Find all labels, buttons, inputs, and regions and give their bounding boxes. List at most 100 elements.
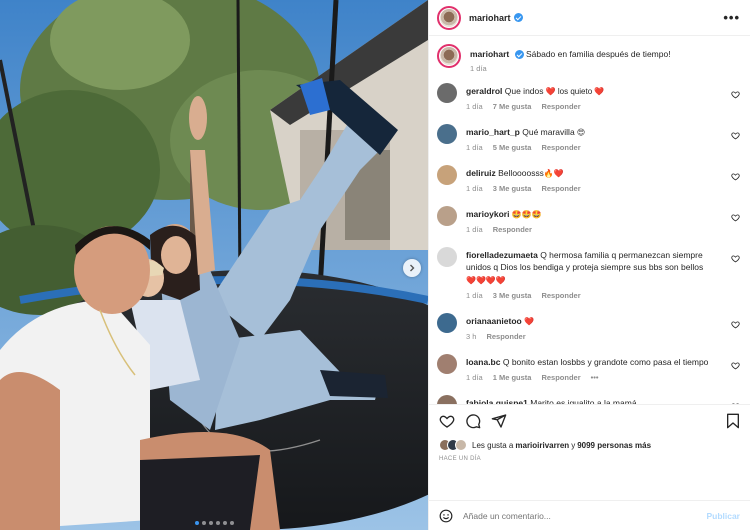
comment-like-heart-icon[interactable] <box>731 172 740 181</box>
comment-likes[interactable]: 1 Me gusta <box>493 373 532 382</box>
more-options-button[interactable]: ••• <box>723 10 740 25</box>
post-panel: mariohart ••• mariohart Sábado en famili… <box>428 0 750 530</box>
action-bar: Les gusta a marioirivarren y 9099 person… <box>429 404 750 500</box>
likes-others[interactable]: 9099 personas más <box>577 441 651 450</box>
comment-more-button[interactable]: ••• <box>591 373 599 382</box>
comment-like-heart-icon[interactable] <box>731 213 740 222</box>
comment-username[interactable]: deliruiz <box>466 168 496 178</box>
commenter-avatar[interactable] <box>437 354 457 374</box>
comment-text: Q bonito estan losbbs y grandote como pa… <box>502 357 709 367</box>
chevron-right-icon <box>410 264 415 272</box>
caption-username[interactable]: mariohart <box>470 49 509 59</box>
liker-avatars <box>439 439 467 451</box>
comment-item: geraldrol Que indos ❤️ los quieto ❤️ 1 d… <box>437 83 740 111</box>
commenter-avatar[interactable] <box>437 247 457 267</box>
caption-time: 1 día <box>470 64 487 73</box>
comment-emoji: s🔥❤️ <box>539 169 564 178</box>
comment-time: 1 día <box>466 143 483 152</box>
carousel-dot <box>229 521 234 525</box>
author-avatar[interactable] <box>437 5 461 30</box>
comment-item: marioykori 🤩🤩🤩 1 día Responder <box>437 206 740 234</box>
verified-icon <box>513 13 523 22</box>
reply-button[interactable]: Responder <box>541 291 580 300</box>
commenter-avatar[interactable] <box>437 165 457 185</box>
comment-like-heart-icon[interactable] <box>731 361 740 370</box>
carousel-dot <box>222 521 227 525</box>
comment-text: Qué maravilla <box>522 127 575 137</box>
emoji-smiley-icon[interactable] <box>439 509 453 523</box>
comment-username[interactable]: loana.bc <box>466 357 500 367</box>
commenter-avatar[interactable] <box>437 83 457 103</box>
caption-avatar[interactable] <box>437 44 461 68</box>
comment-time: 1 día <box>466 184 483 193</box>
comment-likes[interactable]: 3 Me gusta <box>493 184 532 193</box>
comment-like-heart-icon[interactable] <box>731 402 740 404</box>
comment-emoji: ❤️ <box>524 317 535 326</box>
comment-emoji: 🤩🤩🤩 <box>511 210 542 219</box>
comment-likes[interactable]: 7 Me gusta <box>493 102 532 111</box>
caption: mariohart Sábado en familia después de t… <box>437 44 740 73</box>
comment-item: deliruiz Belloooosss🔥❤️ 1 día 3 Me gusta R… <box>437 165 740 193</box>
likes-user[interactable]: marioirivarren <box>515 441 569 450</box>
save-bookmark-icon[interactable] <box>726 413 740 429</box>
reply-button[interactable]: Responder <box>541 373 580 382</box>
reply-button[interactable]: Responder <box>541 102 580 111</box>
comments-list[interactable]: mariohart Sábado en familia después de t… <box>429 36 750 404</box>
comment-item: fiorelladezumaeta Q hermosa familia q pe… <box>437 247 740 300</box>
commenter-avatar[interactable] <box>437 313 457 333</box>
comment-likes[interactable]: 5 Me gusta <box>493 143 532 152</box>
commenter-avatar[interactable] <box>437 395 457 404</box>
comment-like-heart-icon[interactable] <box>731 254 740 263</box>
comment-time: 1 día <box>466 225 483 234</box>
publish-button[interactable]: Publicar <box>706 511 740 521</box>
share-paper-plane-icon[interactable] <box>491 413 507 429</box>
comment-likes[interactable]: 3 Me gusta <box>493 291 532 300</box>
author-username[interactable]: mariohart <box>469 13 511 23</box>
comment-bubble-icon[interactable] <box>465 413 481 429</box>
comment-time: 3 h <box>466 332 477 341</box>
likes-middle: y <box>571 440 576 450</box>
comment-item: orianaanietoo ❤️ 3 h Responder <box>437 313 740 341</box>
post-header: mariohart ••• <box>429 0 750 36</box>
comment-like-heart-icon[interactable] <box>731 90 740 99</box>
comment-emoji: 😍 <box>574 128 586 137</box>
carousel-dot <box>215 521 220 525</box>
carousel-dot <box>208 521 213 525</box>
comment-text: Que indos <box>504 86 544 96</box>
comment-username[interactable]: geraldrol <box>466 86 502 96</box>
add-comment-bar: Publicar <box>429 500 750 530</box>
carousel-dot <box>194 521 199 525</box>
comment-time: 1 día <box>466 291 483 300</box>
likes-summary: Les gusta a marioirivarren y 9099 person… <box>439 439 740 451</box>
comment-emoji: ❤️ los quieto ❤️ <box>543 87 605 96</box>
commenter-avatar[interactable] <box>437 124 457 144</box>
caption-text: Sábado en familia después de tiempo! <box>525 49 671 59</box>
comment-text: Bellooooss <box>498 168 540 178</box>
post-photo[interactable] <box>0 0 428 530</box>
reply-button[interactable]: Responder <box>541 143 580 152</box>
next-photo-button[interactable] <box>403 259 421 277</box>
comment-time: 1 día <box>466 373 483 382</box>
comment-items: geraldrol Que indos ❤️ los quieto ❤️ 1 d… <box>437 83 740 404</box>
comment-username[interactable]: fiorelladezumaeta <box>466 250 538 260</box>
comment-like-heart-icon[interactable] <box>731 131 740 140</box>
commenter-avatar[interactable] <box>437 206 457 226</box>
carousel-dot <box>201 521 206 525</box>
comment-item: loana.bc Q bonito estan losbbs y grandot… <box>437 354 740 382</box>
reply-button[interactable]: Responder <box>541 184 580 193</box>
comment-like-heart-icon[interactable] <box>731 320 740 329</box>
comment-input[interactable] <box>463 510 707 521</box>
instagram-post: mariohart ••• mariohart Sábado en famili… <box>0 0 750 530</box>
comment-emoji: ❤️❤️❤️❤️ <box>466 276 506 285</box>
reply-button[interactable]: Responder <box>486 332 525 341</box>
comment-item: mario_hart_p Qué maravilla 😍 1 día 5 Me g… <box>437 124 740 152</box>
like-heart-icon[interactable] <box>439 413 455 429</box>
comment-username[interactable]: orianaanietoo <box>466 316 522 326</box>
verified-icon <box>514 50 524 60</box>
comment-username[interactable]: mario_hart_p <box>466 127 520 137</box>
comment-text: Marito es igualito a la mamá <box>530 398 637 404</box>
comment-username[interactable]: marioykori <box>466 209 509 219</box>
reply-button[interactable]: Responder <box>493 225 532 234</box>
comment-username[interactable]: fabiola.quispe1 <box>466 398 528 404</box>
carousel-dots <box>0 521 428 525</box>
